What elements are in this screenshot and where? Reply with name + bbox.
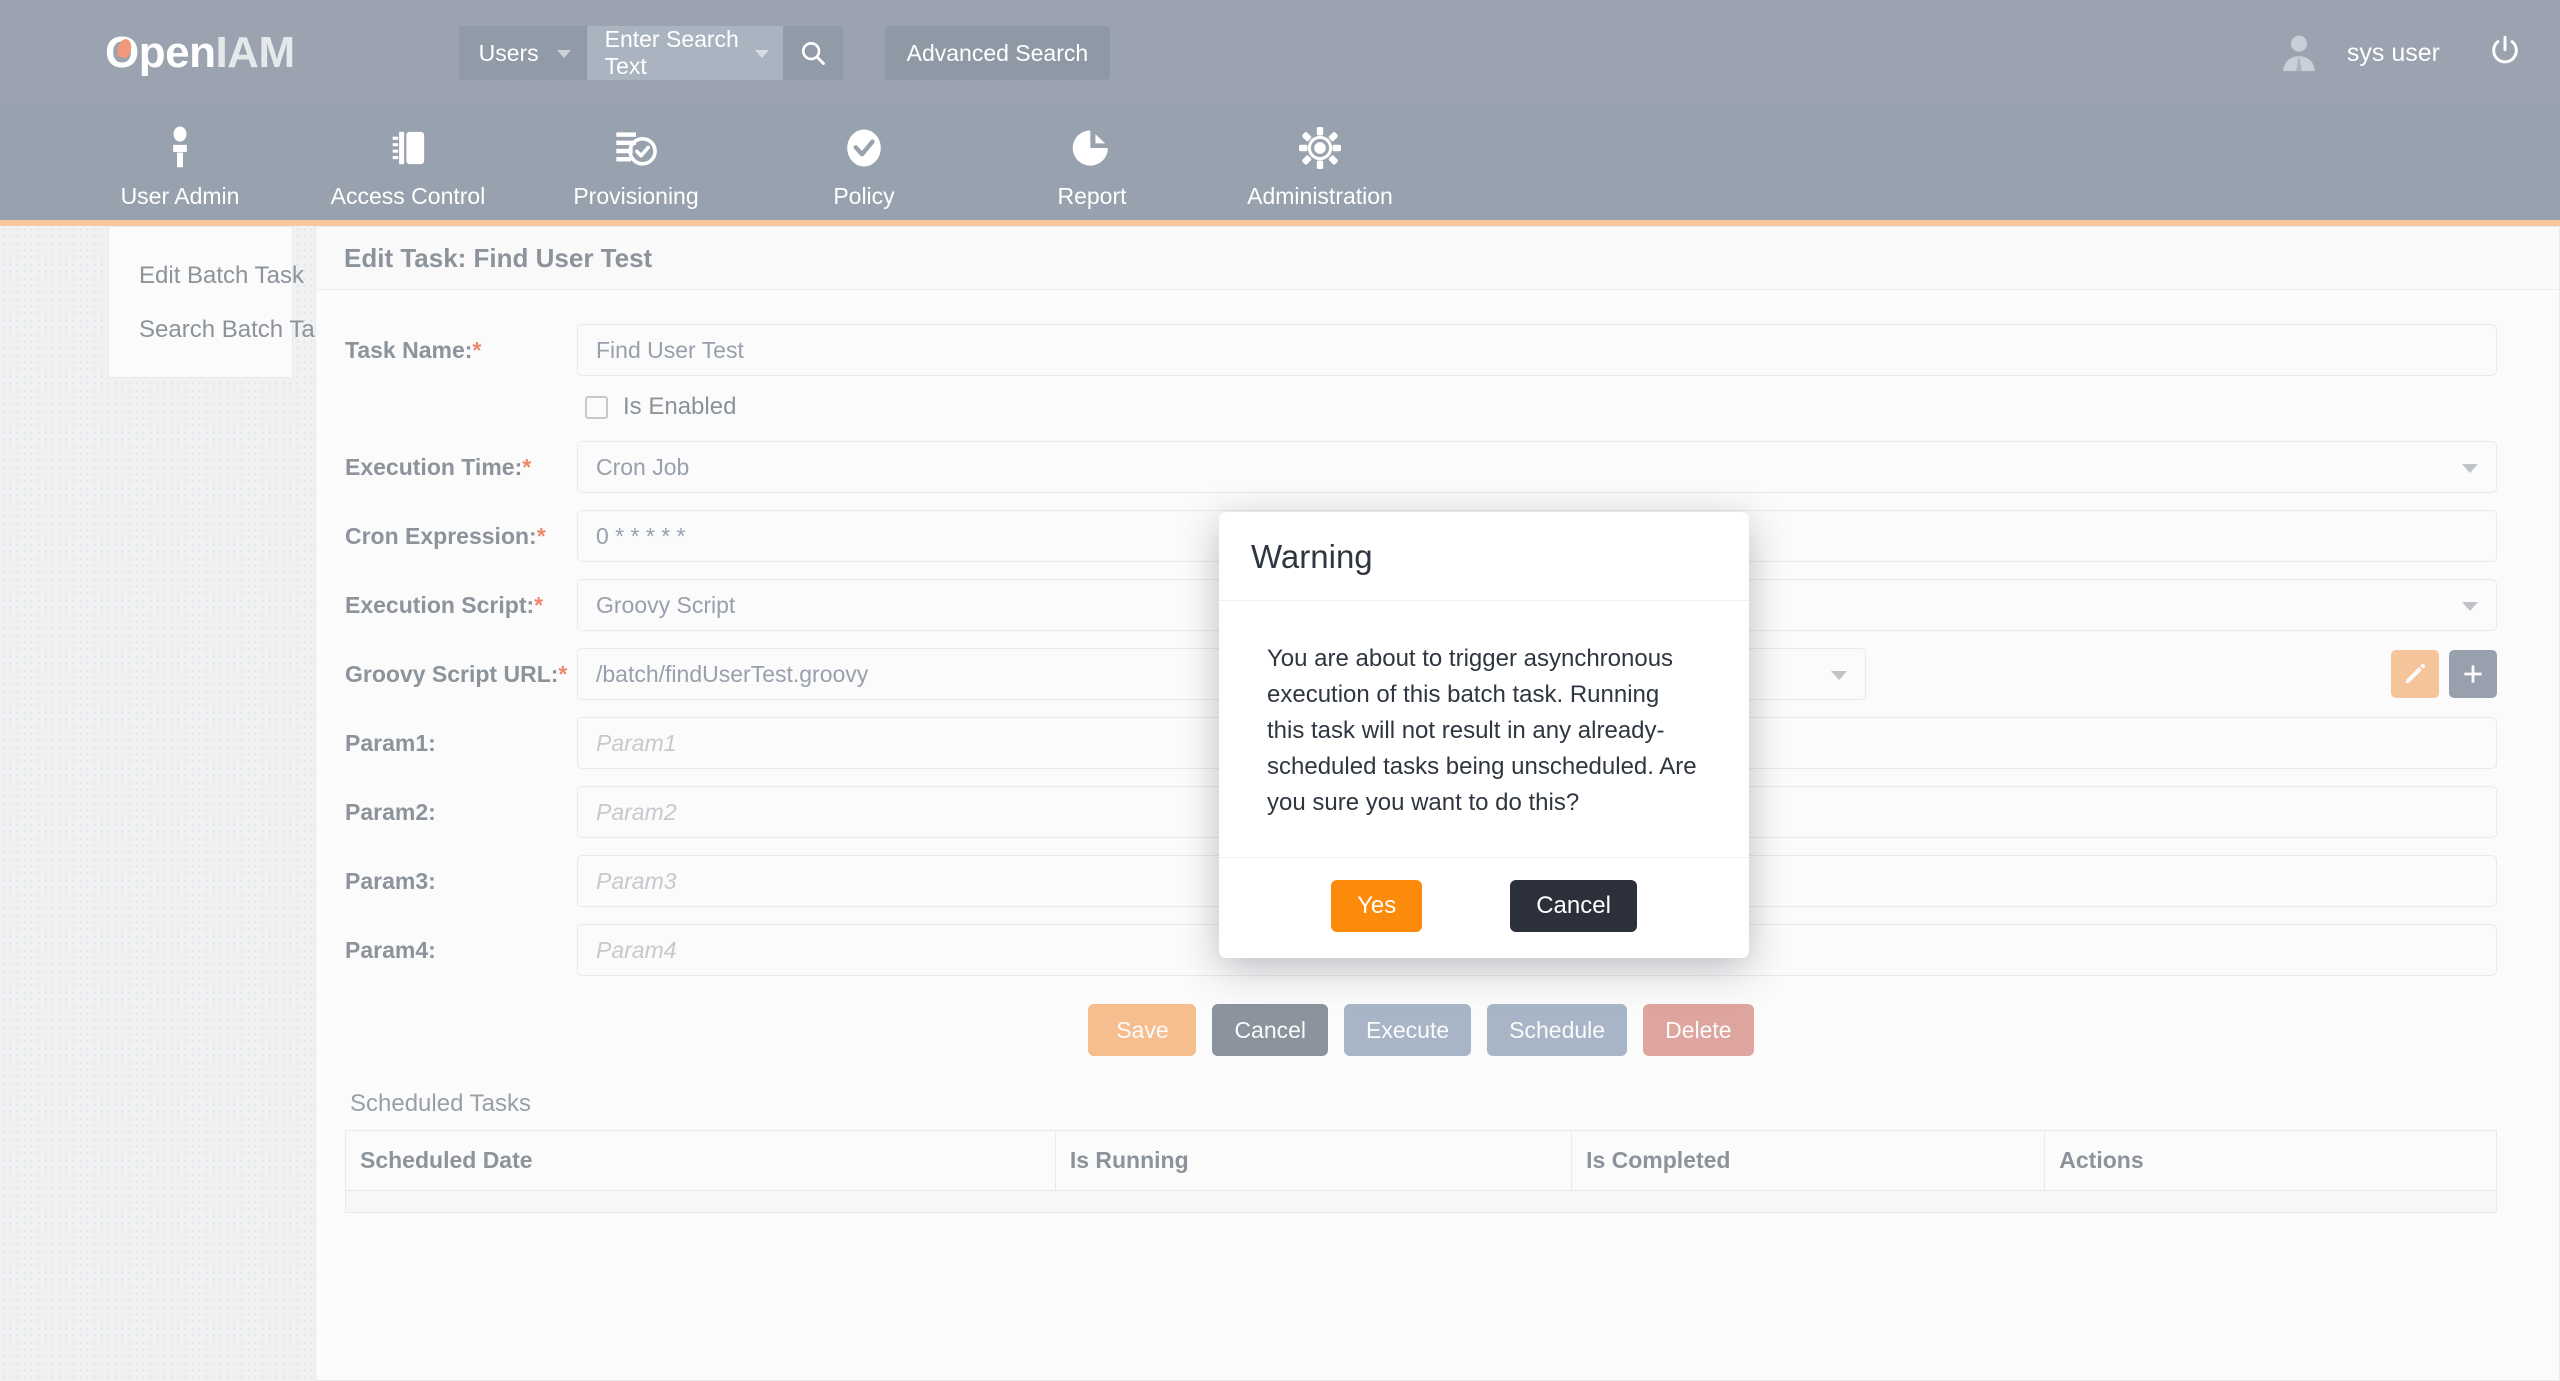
dialog-yes-button[interactable]: Yes bbox=[1331, 880, 1423, 932]
dialog-cancel-button[interactable]: Cancel bbox=[1510, 880, 1637, 932]
search-input[interactable]: Enter Search Text bbox=[586, 26, 783, 80]
dialog-footer: Yes Cancel bbox=[1219, 857, 1749, 958]
user-name-label: sys user bbox=[2346, 38, 2440, 67]
list-check-icon bbox=[613, 124, 659, 172]
nav-label: User Admin bbox=[120, 183, 240, 209]
dialog-message: You are about to trigger asynchronous ex… bbox=[1267, 645, 1697, 816]
logo-open-text: Open bbox=[105, 28, 216, 77]
nav-label: Provisioning bbox=[573, 183, 699, 209]
main-navigation: User Admin Access Control Provisioning P… bbox=[0, 106, 2560, 226]
user-icon bbox=[159, 124, 201, 172]
dialog-title: Warning bbox=[1251, 538, 1373, 575]
gear-icon bbox=[1298, 124, 1342, 172]
pie-chart-icon bbox=[1070, 124, 1114, 172]
header-user-area: sys user bbox=[2277, 29, 2522, 78]
avatar-icon bbox=[2277, 29, 2321, 78]
nav-item-report[interactable]: Report bbox=[978, 124, 1206, 210]
app-logo[interactable]: Open IAM bbox=[105, 28, 295, 78]
logo-iam-text: IAM bbox=[215, 28, 295, 77]
chevron-down-icon bbox=[754, 50, 769, 58]
warning-dialog: Warning You are about to trigger asynchr… bbox=[1219, 512, 1749, 958]
logout-button[interactable] bbox=[2488, 34, 2522, 73]
search-scope-select[interactable]: Users bbox=[458, 26, 587, 80]
nav-item-access-control[interactable]: Access Control bbox=[294, 124, 522, 210]
advanced-search-label: Advanced Search bbox=[906, 39, 1089, 66]
chevron-down-icon bbox=[556, 50, 571, 58]
nav-item-provisioning[interactable]: Provisioning bbox=[522, 124, 750, 210]
nav-label: Access Control bbox=[330, 183, 486, 209]
nav-item-administration[interactable]: Administration bbox=[1206, 124, 1434, 210]
nav-label: Policy bbox=[833, 183, 895, 209]
power-icon bbox=[2492, 35, 2518, 63]
nav-label: Administration bbox=[1247, 183, 1393, 209]
search-scope-value: Users bbox=[478, 39, 539, 66]
dialog-header: Warning bbox=[1219, 512, 1749, 601]
nav-item-policy[interactable]: Policy bbox=[750, 124, 978, 210]
advanced-search-button[interactable]: Advanced Search bbox=[884, 26, 1111, 80]
search-button[interactable] bbox=[782, 26, 843, 80]
check-circle-icon bbox=[843, 124, 885, 172]
dialog-body: You are about to trigger asynchronous ex… bbox=[1219, 601, 1749, 857]
nav-item-user-admin[interactable]: User Admin bbox=[66, 124, 294, 210]
page-body: Edit Batch Task Search Batch Tasks Edit … bbox=[0, 226, 2560, 1381]
top-header: Open IAM Users Enter Search Text Advance… bbox=[0, 0, 2560, 106]
search-icon bbox=[801, 41, 825, 65]
global-search: Users Enter Search Text bbox=[458, 26, 843, 80]
door-badge-icon bbox=[387, 124, 429, 172]
nav-label: Report bbox=[1057, 183, 1127, 209]
